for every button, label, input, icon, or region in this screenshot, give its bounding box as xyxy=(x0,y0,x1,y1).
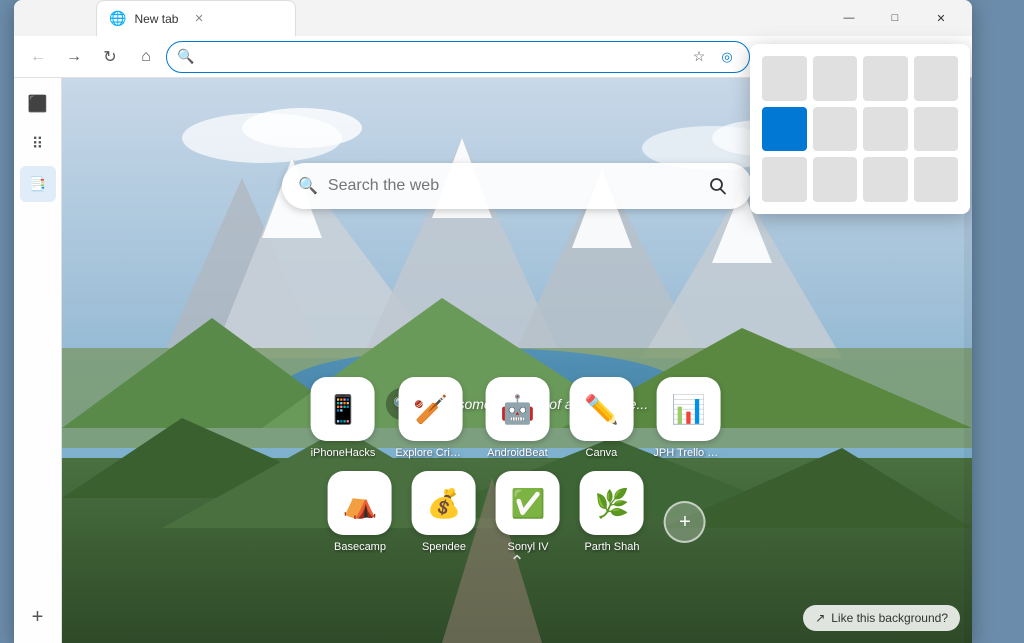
layout-cell-2[interactable] xyxy=(863,56,908,101)
layout-cell-10[interactable] xyxy=(863,157,908,202)
layout-cell-8[interactable] xyxy=(762,157,807,202)
tab-favicon: 🌐 xyxy=(109,10,126,27)
copilot-icon[interactable]: ◎ xyxy=(715,45,739,69)
address-input[interactable] xyxy=(200,49,681,64)
shortcut-icon-parth: 🌿 xyxy=(580,471,644,535)
shortcut-label-canva: Canva xyxy=(586,447,618,459)
shortcut-label-iphonehacks: iPhoneHacks xyxy=(311,447,376,459)
refresh-button[interactable]: ↻ xyxy=(94,41,126,73)
favorites-icon[interactable]: ☆ xyxy=(687,45,711,69)
address-bar[interactable]: 🔍 ☆ ◎ xyxy=(166,41,750,73)
shortcut-icon-sonyl: ✅ xyxy=(496,471,560,535)
title-bar: 🌐 New tab ✕ — □ ✕ xyxy=(14,0,972,36)
search-container: 🔍 xyxy=(282,163,752,209)
back-button[interactable]: ← xyxy=(22,41,54,73)
browser-window: 🌐 New tab ✕ — □ ✕ ← → ↻ ⌂ 🔍 ☆ ◎ ● N xyxy=(14,0,972,643)
left-sidebar: ⬛ ⠿ 📑 + xyxy=(14,78,62,643)
layout-cell-11[interactable] xyxy=(914,157,959,202)
search-submit-button[interactable] xyxy=(700,168,736,204)
layout-cell-5[interactable] xyxy=(813,107,858,152)
shortcut-androidbeat[interactable]: 🤖 AndroidBeat xyxy=(485,377,549,459)
shortcut-cricket[interactable]: 🏏 Explore Cricket xyxy=(395,377,465,459)
tab-close-icon[interactable]: ✕ xyxy=(194,12,203,25)
shortcut-label-parth: Parth Shah xyxy=(584,541,639,553)
tab-area: 🌐 New tab ✕ xyxy=(22,0,296,36)
shortcut-spendee[interactable]: 💰 Spendee xyxy=(412,471,476,553)
layout-cell-3[interactable] xyxy=(914,56,959,101)
like-bg-icon: ↗ xyxy=(815,611,825,625)
shortcut-label-androidbeat: AndroidBeat xyxy=(487,447,548,459)
home-button[interactable]: ⌂ xyxy=(130,41,162,73)
shortcut-parth[interactable]: 🌿 Parth Shah xyxy=(580,471,644,553)
shortcut-icon-iphonehacks: 📱 xyxy=(311,377,375,441)
active-tab[interactable]: 🌐 New tab ✕ xyxy=(96,0,296,36)
shortcut-trello[interactable]: 📊 JPH Trello Bo... xyxy=(653,377,723,459)
layout-cell-9[interactable] xyxy=(813,157,858,202)
collapse-arrow-button[interactable]: ⌃ xyxy=(509,552,524,573)
search-magnifier-icon: 🔍 xyxy=(298,176,318,196)
shortcut-label-basecamp: Basecamp xyxy=(334,541,386,553)
shortcut-iphonehacks[interactable]: 📱 iPhoneHacks xyxy=(311,377,376,459)
minimize-button[interactable]: — xyxy=(826,2,872,34)
shortcut-icon-cricket: 🏏 xyxy=(398,377,462,441)
layout-cell-0[interactable] xyxy=(762,56,807,101)
layout-cell-4[interactable] xyxy=(762,107,807,152)
shortcut-icon-androidbeat: 🤖 xyxy=(485,377,549,441)
tab-title: New tab xyxy=(134,12,178,26)
maximize-button[interactable]: □ xyxy=(872,2,918,34)
like-background-button[interactable]: ↗ Like this background? xyxy=(803,605,960,631)
like-bg-label: Like this background? xyxy=(831,611,948,625)
layout-cell-6[interactable] xyxy=(863,107,908,152)
search-bar[interactable]: 🔍 xyxy=(282,163,752,209)
search-input[interactable] xyxy=(328,177,690,195)
add-shortcut-button[interactable]: + xyxy=(664,501,706,543)
shortcut-icon-basecamp: ⛺ xyxy=(328,471,392,535)
shortcut-sonyl[interactable]: ✅ Sonyl IV xyxy=(496,471,560,553)
shortcuts-row-2: ⛺ Basecamp 💰 Spendee ✅ Sonyl IV 🌿 Parth … xyxy=(328,471,706,553)
shortcut-basecamp[interactable]: ⛺ Basecamp xyxy=(328,471,392,553)
layout-cell-7[interactable] xyxy=(914,107,959,152)
shortcut-label-cricket: Explore Cricket xyxy=(395,447,465,459)
layout-cell-1[interactable] xyxy=(813,56,858,101)
tab-list-button[interactable]: 📑 xyxy=(20,166,56,202)
sidebar-toggle-button[interactable]: ⬛ xyxy=(20,86,56,122)
shortcut-icon-trello: 📊 xyxy=(656,377,720,441)
shortcut-label-sonyl: Sonyl IV xyxy=(508,541,549,553)
shortcuts-area: 📱 iPhoneHacks 🏏 Explore Cricket 🤖 Androi… xyxy=(311,377,724,553)
shortcut-icon-canva: ✏️ xyxy=(569,377,633,441)
shortcut-label-spendee: Spendee xyxy=(422,541,466,553)
shortcuts-row-1: 📱 iPhoneHacks 🏏 Explore Cricket 🤖 Androi… xyxy=(311,377,724,459)
add-sidebar-button[interactable]: + xyxy=(20,599,56,635)
address-search-icon: 🔍 xyxy=(177,48,194,65)
layout-picker xyxy=(750,44,970,214)
address-icons: ☆ ◎ xyxy=(687,45,739,69)
window-controls: — □ ✕ xyxy=(826,0,964,36)
shortcut-canva[interactable]: ✏️ Canva xyxy=(569,377,633,459)
shortcut-label-trello: JPH Trello Bo... xyxy=(653,447,723,459)
forward-button[interactable]: → xyxy=(58,41,90,73)
apps-grid-button[interactable]: ⠿ xyxy=(20,126,56,162)
close-button[interactable]: ✕ xyxy=(918,2,964,34)
shortcut-icon-spendee: 💰 xyxy=(412,471,476,535)
